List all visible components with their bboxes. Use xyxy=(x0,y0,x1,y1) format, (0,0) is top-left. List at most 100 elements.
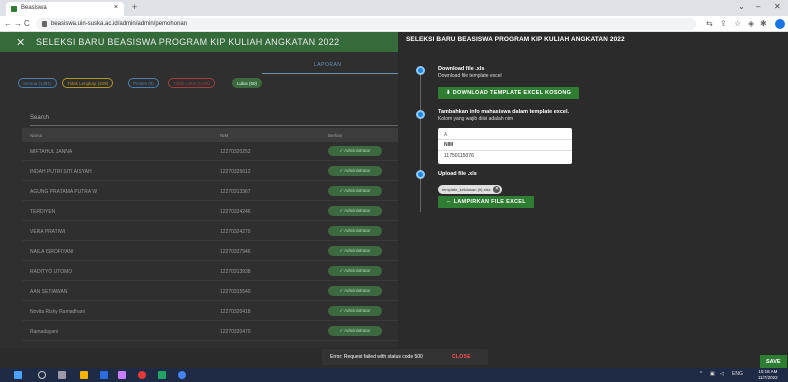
tab-indicator xyxy=(262,73,398,74)
browser-toolbar: ← → C beasiswa.uin-suska.ac.id/admin/adm… xyxy=(0,16,788,32)
favicon-icon xyxy=(11,6,17,12)
browser-tab-title: Beasiswa xyxy=(21,5,47,11)
back-icon[interactable]: ← xyxy=(4,19,12,28)
minimize-icon[interactable]: ⌄ xyxy=(738,2,745,11)
network-icon[interactable]: ▣ xyxy=(710,371,715,377)
row-nim: 12270324246 xyxy=(220,209,251,215)
clock-date: 11/7/2022 xyxy=(758,375,778,380)
search-input[interactable]: Search xyxy=(30,115,49,121)
stepper-line xyxy=(420,72,421,212)
share-page-icon[interactable]: ⇪ xyxy=(720,19,727,28)
extension-icon[interactable]: ◈ xyxy=(748,19,754,28)
filter-chip-lulus[interactable]: Lulus (50) xyxy=(232,78,263,88)
status-badge[interactable]: ✓ Administrator xyxy=(328,206,382,216)
uploaded-file-chip[interactable]: template_kelulusan (9).xlsx ✕ xyxy=(438,185,503,194)
status-badge[interactable]: ✓ Administrator xyxy=(328,166,382,176)
excel-icon[interactable] xyxy=(158,371,166,379)
language-indicator[interactable]: ENG xyxy=(732,371,743,377)
column-header-nim[interactable]: NIM xyxy=(220,133,228,138)
step-3-dot xyxy=(416,170,425,179)
row-nim: 12270320252 xyxy=(220,149,251,155)
row-name: AAN SETIAWAN xyxy=(30,289,68,295)
row-name: INDAH PUTRI SITI AISYAH xyxy=(30,169,92,175)
filter-chip-tidak-lulus[interactable]: Tidak Lulus (1226) xyxy=(168,78,216,88)
volume-icon[interactable]: ◁ xyxy=(720,371,724,377)
clock[interactable]: 10:18 AM 11/7/2022 xyxy=(758,369,778,381)
filter-chip-semua[interactable]: Semua (1481) xyxy=(18,78,57,88)
new-tab-button[interactable]: + xyxy=(132,2,137,12)
table-row[interactable]: Ramadayani 12270320470 ✓ Administrator xyxy=(22,322,398,341)
reload-icon[interactable]: C xyxy=(24,19,30,28)
mail-icon[interactable] xyxy=(100,371,108,379)
column-header-berkas[interactable]: Berkas xyxy=(328,133,342,138)
row-nim: 12270325612 xyxy=(220,169,251,175)
address-bar[interactable]: beasiswa.uin-suska.ac.id/admin/admin/pem… xyxy=(36,18,696,30)
save-button[interactable]: SAVE xyxy=(760,355,787,369)
uploaded-file-name: template_kelulusan (9).xlsx xyxy=(442,187,491,192)
puzzle-icon[interactable]: ✱ xyxy=(760,19,767,28)
table-row[interactable]: INDAH PUTRI SITI AISYAH 12270325612 ✓ Admi… xyxy=(22,162,398,181)
table-row[interactable]: RADITYO UTOMO 12270313938 ✓ Administrator xyxy=(22,262,398,281)
status-badge[interactable]: ✓ Administrator xyxy=(328,226,382,236)
main-content: LAPORAN Semua (1481) Tidak Lengkap (209)… xyxy=(0,52,398,348)
status-badge[interactable]: ✓ Administrator xyxy=(328,146,382,156)
task-view-icon[interactable] xyxy=(58,371,66,379)
row-name: MIFTAHUL JANNA xyxy=(30,149,73,155)
row-name: TERDIYEN xyxy=(30,209,56,215)
start-icon[interactable] xyxy=(14,371,22,379)
error-snackbar: Error: Request failed with status code 5… xyxy=(322,349,488,365)
table-header: Nama NIM Berkas xyxy=(22,128,398,142)
row-name: VERA PRATIWI xyxy=(30,229,66,235)
upload-side-panel: SELEKSI BARU BEASISWA PROGRAM KIP KULIAH… xyxy=(398,32,788,369)
table-row[interactable]: MIFTAHUL JANNA 12270320252 ✓ Administrator xyxy=(22,142,398,161)
restore-icon[interactable]: – xyxy=(756,2,760,11)
share-icon[interactable]: ⇆ xyxy=(706,19,713,28)
dialog-close-icon[interactable]: ✕ xyxy=(16,36,25,49)
tab-laporan[interactable]: LAPORAN xyxy=(314,62,341,68)
profile-avatar[interactable] xyxy=(775,19,785,29)
table-row[interactable]: AGUNG PRATAMA PUTRA W 12270313367 ✓ Admini… xyxy=(22,182,398,201)
snackbar-close-button[interactable]: CLOSE xyxy=(452,354,471,360)
snackbar-message: Error: Request failed with status code 5… xyxy=(330,354,423,360)
window-close-icon[interactable]: ✕ xyxy=(774,2,781,11)
paint-icon[interactable] xyxy=(118,371,126,379)
table-row[interactable]: Novita Rizky Ramadhani 12270320418 ✓ Admin… xyxy=(22,302,398,321)
step-2-subtitle: Kolom yang wajib diisi adalah nim xyxy=(438,116,514,122)
tab-close-icon[interactable]: × xyxy=(114,4,118,11)
step-1-dot xyxy=(416,66,425,75)
download-template-button[interactable]: ⬇ DOWNLOAD TEMPLATE EXCEL KOSONG xyxy=(438,87,580,99)
tray-chevron-icon[interactable]: ^ xyxy=(700,371,702,377)
remove-file-icon[interactable]: ✕ xyxy=(493,186,501,193)
status-badge[interactable]: ✓ Administrator xyxy=(328,286,382,296)
status-badge[interactable]: ✓ Administrator xyxy=(328,266,382,276)
chrome-icon[interactable] xyxy=(178,371,186,379)
row-nim: 12270324270 xyxy=(220,229,251,235)
status-badge[interactable]: ✓ Administrator xyxy=(328,186,382,196)
status-badge[interactable]: ✓ Administrator xyxy=(328,326,382,336)
table-row[interactable]: AAN SETIAWAN 12270315540 ✓ Administrator xyxy=(22,282,398,301)
attach-excel-button[interactable]: ⇔ LAMPIRKAN FILE EXCEL xyxy=(438,196,534,208)
filter-chip-proses[interactable]: Proses (0) xyxy=(128,78,159,88)
row-name: AGUNG PRATAMA PUTRA W xyxy=(30,189,98,195)
table-row[interactable]: TERDIYEN 12270324246 ✓ Administrator xyxy=(22,202,398,221)
column-header-nama[interactable]: Nama xyxy=(30,133,42,138)
file-explorer-icon[interactable] xyxy=(80,371,88,379)
windows-taskbar: ^ ▣ ◁ ENG 10:18 AM 11/7/2022 xyxy=(0,368,788,382)
excel-divider xyxy=(438,150,572,151)
step-3-title: Upload file .xls xyxy=(438,171,477,177)
status-badge[interactable]: ✓ Administrator xyxy=(328,306,382,316)
bookmark-star-icon[interactable]: ☆ xyxy=(734,19,741,28)
excel-example: A NIM 11750115076 xyxy=(438,128,572,164)
row-name: Novita Rizky Ramadhani xyxy=(30,309,85,315)
opera-icon[interactable] xyxy=(138,371,146,379)
table-row[interactable]: NAILA ISROFIYANI 12270327946 ✓ Administrat… xyxy=(22,242,398,261)
excel-header-cell: NIM xyxy=(444,142,454,148)
table-row[interactable]: VERA PRATIWI 12270324270 ✓ Administrator xyxy=(22,222,398,241)
browser-tab[interactable]: Beasiswa × xyxy=(6,2,124,16)
dialog-title: SELEKSI BARU BEASISWA PROGRAM KIP KULIAH… xyxy=(36,37,340,47)
filter-chip-tidak-lengkap[interactable]: Tidak Lengkap (209) xyxy=(62,78,114,88)
forward-icon[interactable]: → xyxy=(14,19,22,28)
row-nim: 12270320470 xyxy=(220,329,251,335)
status-badge[interactable]: ✓ Administrator xyxy=(328,246,382,256)
search-icon[interactable] xyxy=(38,371,46,379)
